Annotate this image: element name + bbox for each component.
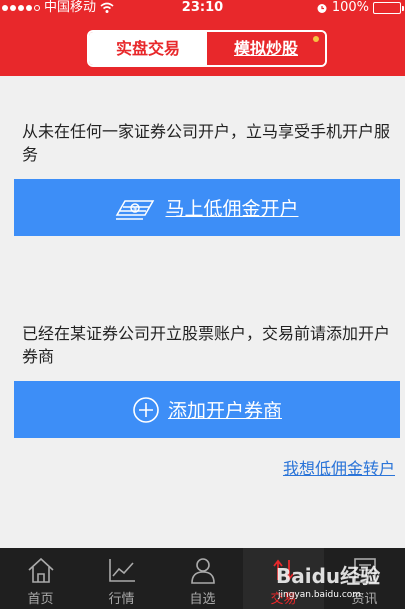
svg-text:¥: ¥ [133, 205, 138, 213]
simulated-trading-label: 模拟炒股 [233, 39, 298, 58]
tab-real-trading[interactable]: 实盘交易 [89, 32, 207, 65]
status-bar: 中国移动 23:10 100% [0, 0, 405, 16]
status-right: 100% [316, 0, 404, 16]
person-icon [190, 558, 215, 584]
chart-icon [108, 559, 135, 582]
alarm-icon [317, 4, 327, 13]
home-icon [27, 557, 54, 583]
add-broker-description: 已经在某证券公司开立股票账户，交易前请添加开户券商 [22, 324, 391, 366]
header: 中国移动 23:10 100% 实盘交易 模拟炒股 [0, 0, 405, 76]
tab-news-label: 资讯 [351, 592, 378, 607]
tab-watchlist-label: 自选 [189, 592, 216, 607]
add-broker-button[interactable]: 添加开户券商 [14, 381, 400, 438]
plus-circle-icon [133, 396, 159, 423]
tab-bar: 首页 行情 自选 交易 资讯 [0, 548, 405, 609]
tab-trade-label: 交易 [270, 592, 297, 607]
tab-news[interactable]: 资讯 [324, 548, 405, 609]
open-account-label: 马上低佣金开户 [165, 198, 299, 220]
tab-watchlist[interactable]: 自选 [162, 548, 243, 609]
trade-mode-segment: 实盘交易 模拟炒股 [87, 30, 327, 67]
new-account-description: 从未在任何一家证券公司开户，立马享受手机开户服务 [22, 122, 391, 164]
battery-percent: 100% [331, 0, 369, 15]
tab-home[interactable]: 首页 [0, 548, 81, 609]
tab-market-label: 行情 [108, 592, 135, 607]
new-badge-dot [313, 36, 319, 42]
tab-simulated-trading[interactable]: 模拟炒股 [207, 32, 325, 65]
money-icon: ¥ [116, 199, 155, 220]
tab-trade[interactable]: 交易 [243, 548, 324, 609]
tab-home-label: 首页 [27, 592, 54, 607]
add-broker-label: 添加开户券商 [167, 400, 282, 422]
transfer-account-link[interactable]: 我想低佣金转户 [283, 455, 395, 479]
news-icon [353, 558, 376, 583]
trade-icon [272, 559, 294, 581]
open-account-button[interactable]: ¥ 马上低佣金开户 [14, 179, 400, 236]
battery-icon [373, 2, 404, 14]
tab-market[interactable]: 行情 [81, 548, 162, 609]
